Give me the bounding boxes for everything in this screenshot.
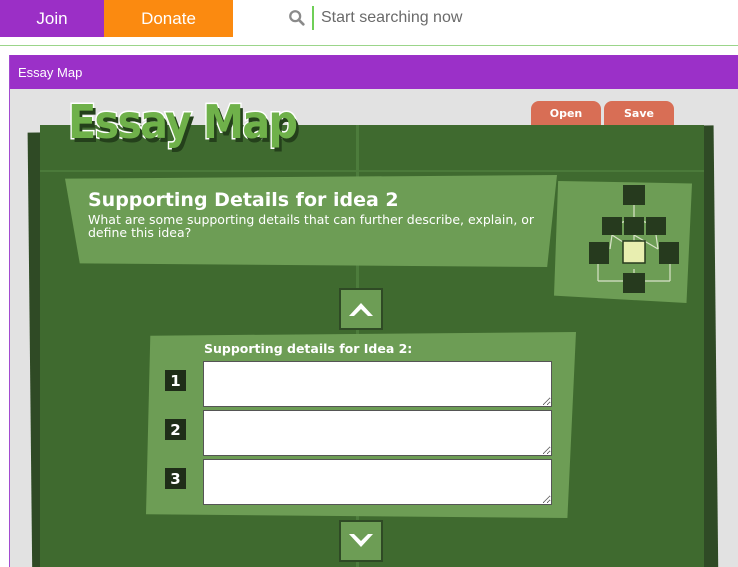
next-step-button[interactable] <box>339 520 383 562</box>
search-icon[interactable] <box>288 9 306 27</box>
step-instructions: What are some supporting details that ca… <box>88 212 535 240</box>
step-title: Supporting Details for idea 2 <box>88 189 399 211</box>
map-highlight-node <box>622 240 646 264</box>
essay-map-frame: Essay Map Essay Map Open Save Supporting… <box>9 55 738 567</box>
detail-3-textarea[interactable] <box>203 459 552 505</box>
details-form-label: Supporting details for Idea 2: <box>204 341 413 356</box>
detail-number-1: 1 <box>165 370 186 391</box>
join-button[interactable]: Join <box>0 0 104 37</box>
previous-step-button[interactable] <box>339 288 383 330</box>
essay-map-diagram-icon[interactable] <box>554 181 692 303</box>
search-divider <box>312 6 314 30</box>
detail-2-textarea[interactable] <box>203 410 552 456</box>
essay-map-stage: Essay Map Open Save Supporting Details f… <box>10 89 738 567</box>
search-bar <box>288 5 728 31</box>
donate-button[interactable]: Donate <box>104 0 233 37</box>
detail-number-2: 2 <box>165 419 186 440</box>
save-button[interactable]: Save <box>604 101 674 125</box>
arrow-up-icon <box>349 303 373 316</box>
detail-number-3: 3 <box>165 468 186 489</box>
divider <box>0 45 738 46</box>
frame-title: Essay Map <box>10 55 738 89</box>
top-navigation-bar: Join Donate <box>0 0 738 38</box>
essay-map-logo: Essay Map <box>67 94 300 151</box>
detail-1-textarea[interactable] <box>203 361 552 407</box>
search-input[interactable] <box>321 9 701 27</box>
board-line <box>40 170 704 172</box>
arrow-down-icon <box>349 534 373 547</box>
open-button[interactable]: Open <box>531 101 601 125</box>
